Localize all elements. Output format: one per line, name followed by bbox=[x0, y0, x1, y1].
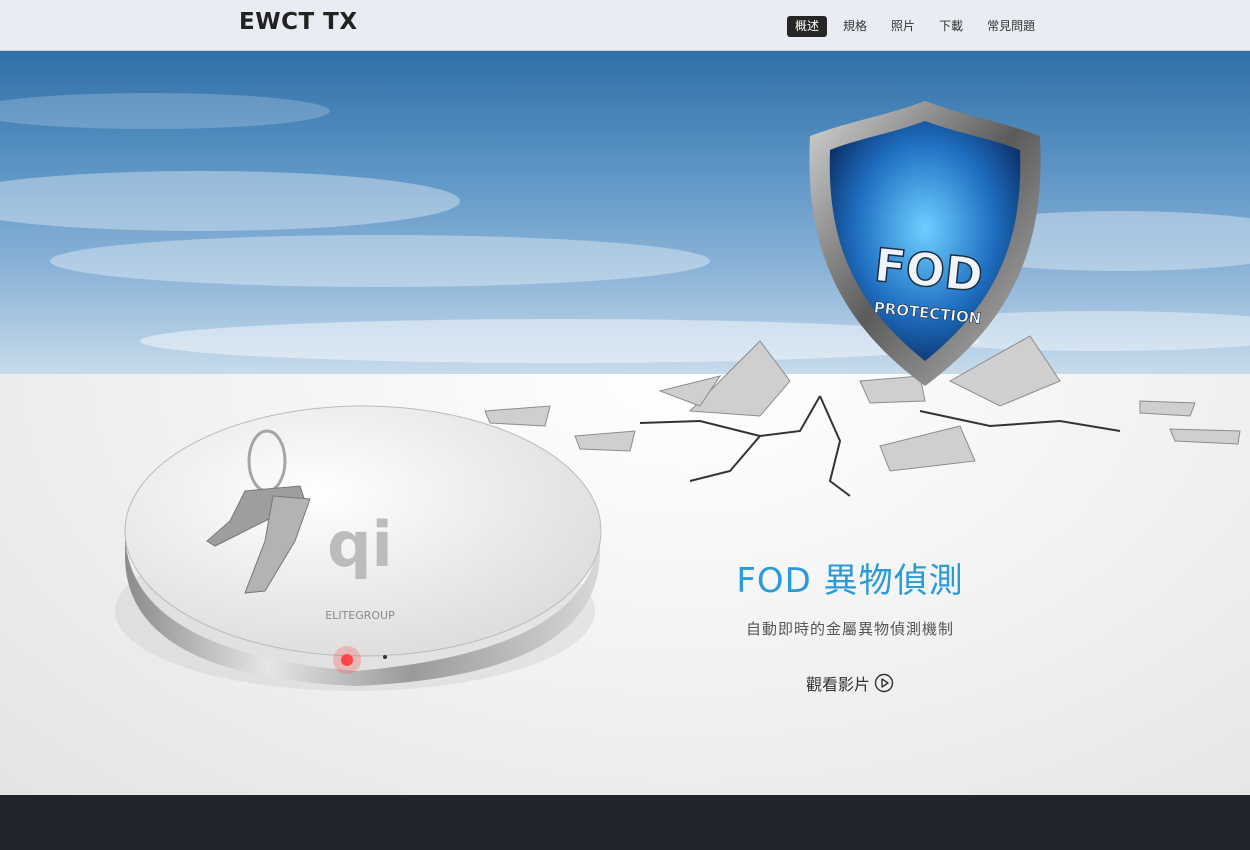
brand-title[interactable]: EWCT TX bbox=[239, 9, 358, 35]
nav-item-photos[interactable]: 照片 bbox=[883, 16, 923, 37]
page-footer bbox=[0, 795, 1250, 850]
hero-caption: FOD 異物偵測 自動即時的金屬異物偵測機制 觀看影片 bbox=[700, 553, 1000, 695]
fod-shield-graphic: FOD PROTECTION bbox=[809, 101, 1041, 386]
nav-item-download[interactable]: 下載 bbox=[931, 16, 971, 37]
wireless-charger-illustration: qi ELITEGROUP bbox=[115, 405, 602, 691]
shield-text-fod: FOD bbox=[872, 238, 986, 303]
play-circle-icon bbox=[874, 673, 894, 693]
charger-brand-text: ELITEGROUP bbox=[325, 609, 395, 622]
nav-item-faq[interactable]: 常見問題 bbox=[979, 16, 1043, 37]
feature-title: FOD 異物偵測 bbox=[736, 561, 964, 601]
nav-item-specs[interactable]: 規格 bbox=[835, 16, 875, 37]
main-nav: 概述 規格 照片 下載 常見問題 bbox=[787, 16, 1043, 37]
feature-subtitle: 自動即時的金屬異物偵測機制 bbox=[745, 620, 954, 638]
nav-item-overview[interactable]: 概述 bbox=[787, 16, 828, 37]
watch-video-link[interactable]: 觀看影片 bbox=[806, 671, 894, 695]
watch-video-label: 觀看影片 bbox=[805, 675, 870, 694]
hero-banner: FOD PROTECTION qi ELITEGROUP FOD 異物偵測 自動… bbox=[0, 51, 1250, 795]
qi-logo: qi bbox=[327, 508, 393, 581]
top-navbar: EWCT TX 概述 規格 照片 下載 常見問題 bbox=[0, 0, 1250, 51]
